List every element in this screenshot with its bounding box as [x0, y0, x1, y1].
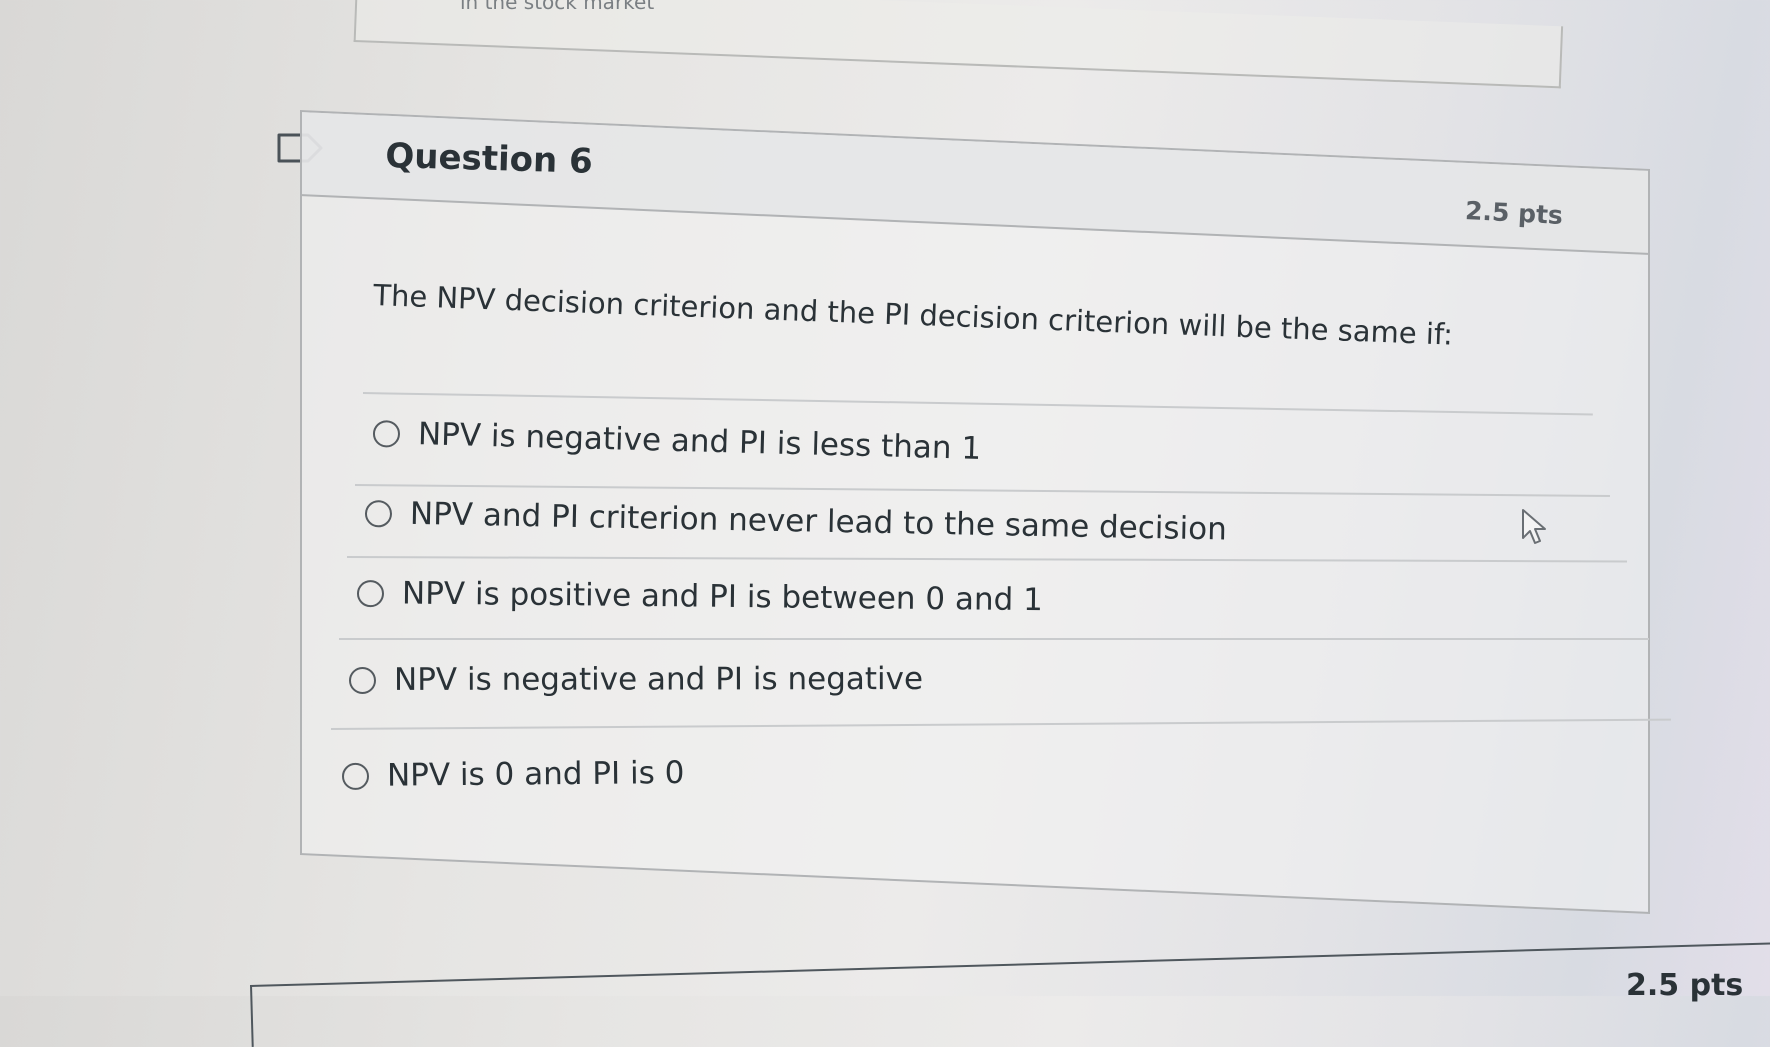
question-title: Question 6 [384, 136, 594, 182]
mouse-pointer-icon [1522, 509, 1546, 544]
radio-button[interactable] [356, 579, 385, 607]
answer-option-5[interactable]: NPV is 0 and PI is 0 [341, 755, 685, 794]
radio-button[interactable] [348, 666, 377, 694]
next-question-card [250, 941, 1770, 1047]
answer-option-4[interactable]: NPV is negative and PI is negative [348, 660, 924, 698]
question-points: 2.5 pts [1464, 196, 1564, 231]
answer-option-3[interactable]: NPV is positive and PI is between 0 and … [356, 575, 1044, 619]
answer-label: NPV is negative and PI is negative [393, 660, 924, 698]
question-header [302, 112, 1648, 255]
answer-label: NPV is positive and PI is between 0 and … [401, 575, 1044, 619]
next-question-points: 2.5 pts [1626, 968, 1744, 1003]
answer-label: NPV is 0 and PI is 0 [386, 755, 685, 794]
answer-divider [339, 638, 1649, 640]
radio-button[interactable] [341, 762, 370, 790]
radio-button[interactable] [372, 419, 401, 448]
radio-button[interactable] [364, 499, 393, 528]
previous-question-partial-text: in the stock market [460, 0, 655, 14]
